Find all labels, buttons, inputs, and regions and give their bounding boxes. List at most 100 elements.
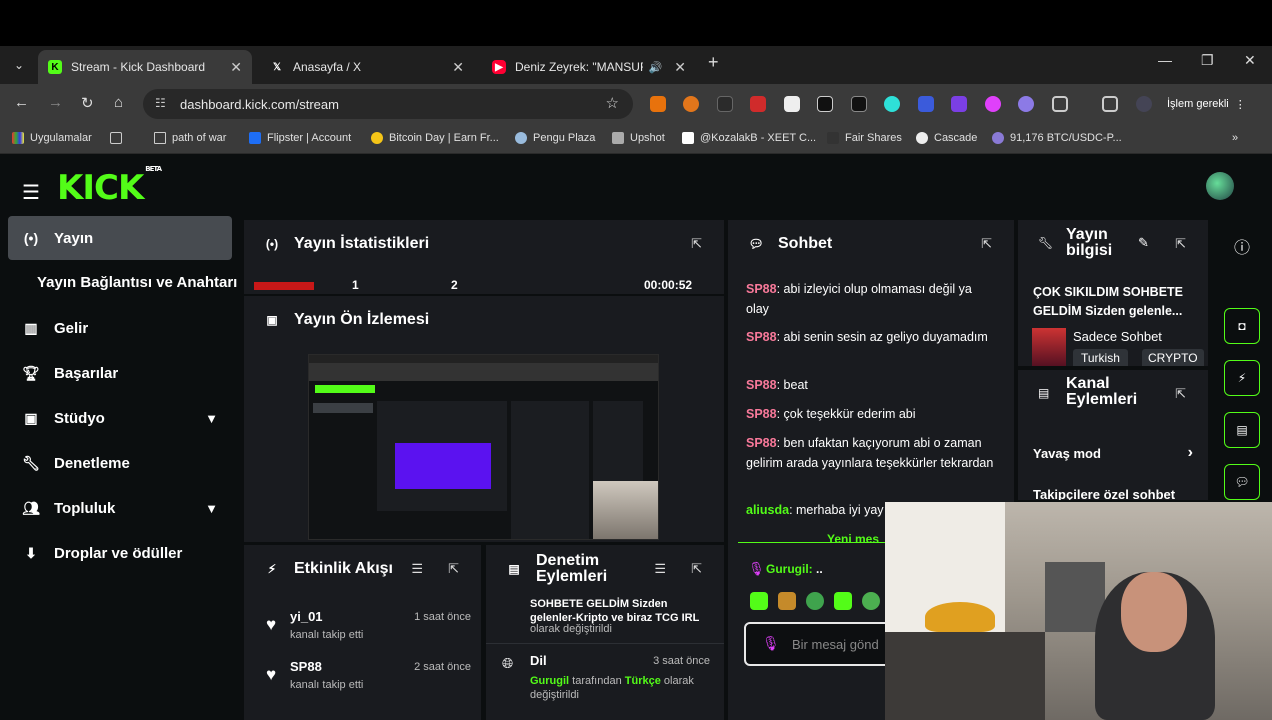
reload-icon[interactable]: ↻ <box>81 94 94 112</box>
rail-button-camera[interactable]: ◘ <box>1224 308 1260 344</box>
close-tab-icon[interactable]: ✕ <box>452 59 464 76</box>
bookmark-item[interactable]: Pengu Plaza <box>515 132 595 144</box>
bookmark-item[interactable]: Flipster | Account <box>249 132 351 144</box>
emote-icon[interactable] <box>806 592 824 610</box>
sidebar-item-droplar[interactable]: ⬇ Droplar ve ödüller <box>8 531 232 575</box>
popout-icon[interactable]: ⇱ <box>981 236 992 252</box>
update-button[interactable]: İşlem gerekli ⋮ <box>1167 93 1267 115</box>
restore-icon[interactable]: ❐ <box>1201 52 1214 69</box>
emote-icon[interactable] <box>862 592 880 610</box>
info-icon[interactable]: ⓘ <box>1234 234 1250 258</box>
sidebar-item-studyo[interactable]: ▣ Stüdyo ▼ <box>8 396 232 440</box>
minimize-icon[interactable]: — <box>1158 52 1172 68</box>
filter-icon[interactable]: ☰ <box>411 561 423 577</box>
action-slow-mode[interactable]: Yavaş mod › <box>1033 444 1193 461</box>
sidebar-item-stream-key[interactable]: Yayın Bağlantısı ve Anahtarı <box>37 274 237 291</box>
bookmark-item[interactable]: Fair Shares <box>827 132 902 144</box>
chat-username[interactable]: SP88 <box>746 330 777 344</box>
tab-youtube[interactable]: ▶ Deniz Zeyrek: "MANSUR YA 🔊 ✕ <box>482 50 696 84</box>
tab-x-home[interactable]: 𝕏 Anasayfa / X ✕ <box>260 50 474 84</box>
more-bookmarks-icon[interactable]: » <box>1232 132 1238 144</box>
sidebar-item-yayin[interactable]: (•) Yayın <box>8 216 232 260</box>
bookmark-item[interactable]: path of war <box>154 132 226 144</box>
extension-icon[interactable] <box>884 96 900 112</box>
extension-icon[interactable] <box>650 96 666 112</box>
popout-icon[interactable]: ⇱ <box>691 561 702 577</box>
extension-icon[interactable] <box>851 96 867 112</box>
bookmark-item[interactable]: 91,176 BTC/USDC-P... <box>992 132 1122 144</box>
bookmark-item[interactable]: Bitcoin Day | Earn Fr... <box>371 132 499 144</box>
extensions-puzzle-icon[interactable] <box>1052 96 1068 112</box>
chat-username[interactable]: SP88 <box>746 407 777 421</box>
sidebar-item-label: Yayın <box>54 229 94 247</box>
sidebar-item-basarilar[interactable]: 🏆︎ Başarılar <box>8 351 232 395</box>
popout-icon[interactable]: ⇱ <box>1175 236 1186 252</box>
bookmark-item[interactable] <box>110 132 128 144</box>
close-tab-icon[interactable]: ✕ <box>230 59 242 76</box>
tab-kick-dashboard[interactable]: K Stream - Kick Dashboard ✕ <box>38 50 252 84</box>
chat-username[interactable]: SP88 <box>746 282 777 296</box>
mod-item-title: Dil <box>530 653 547 668</box>
extension-icon[interactable] <box>1018 96 1034 112</box>
bookmark-item[interactable]: Upshot <box>612 132 665 144</box>
site-settings-icon[interactable]: ☷ <box>155 96 166 110</box>
bookmark-item[interactable]: @KozalakB - XEET C... <box>682 132 816 144</box>
mic-icon[interactable]: 🎙︎ <box>762 635 780 652</box>
tag-badge[interactable]: Turkish <box>1073 349 1128 366</box>
url-field[interactable]: ☷ dashboard.kick.com/stream ☆ <box>143 89 633 119</box>
forward-icon[interactable]: → <box>48 94 63 111</box>
extension-icon[interactable] <box>951 96 967 112</box>
category-name[interactable]: Sadece Sohbet <box>1073 329 1162 344</box>
user-avatar[interactable] <box>1206 172 1234 200</box>
rail-button-lightning[interactable]: ⚡︎ <box>1224 360 1260 396</box>
metamask-icon[interactable] <box>683 96 699 112</box>
edit-pencil-icon[interactable]: ✎ <box>1138 235 1149 251</box>
sidebar-item-topluluk[interactable]: 👥︎ Topluluk ▼ <box>8 486 232 530</box>
pinned-user[interactable]: Gurugil: <box>766 562 813 576</box>
activity-user[interactable]: SP88 <box>290 659 322 674</box>
sidebar-item-denetleme[interactable]: 🔧︎ Denetleme <box>8 441 232 485</box>
reading-list-icon[interactable] <box>1102 96 1118 112</box>
rail-button-notes[interactable]: ▤ <box>1224 412 1260 448</box>
back-icon[interactable]: ← <box>14 94 29 111</box>
chat-username[interactable]: SP88 <box>746 378 777 392</box>
popout-icon[interactable]: ⇱ <box>1175 386 1186 402</box>
emote-icon[interactable] <box>834 592 852 610</box>
mod-user[interactable]: Gurugil <box>530 675 569 687</box>
new-tab-button[interactable]: + <box>708 52 719 73</box>
stream-preview-video[interactable] <box>308 354 659 540</box>
bookmark-item[interactable]: Cascade <box>916 132 977 144</box>
kick-logo[interactable]: KICK BETA <box>57 165 162 208</box>
tag-badge[interactable]: CRYPTO <box>1142 349 1204 366</box>
emote-icon[interactable] <box>778 592 796 610</box>
menu-kebab-icon[interactable]: ⋮ <box>1235 98 1246 111</box>
new-messages-button[interactable]: Yeni mes <box>827 532 879 546</box>
speaker-icon[interactable]: 🔊 <box>649 61 663 74</box>
bookmark-item[interactable]: Uygulamalar <box>12 132 92 144</box>
rail-button-chat[interactable]: 💬︎ <box>1224 464 1260 500</box>
action-followers-only[interactable]: Takipçilere özel sohbet <box>1033 487 1193 500</box>
globe-icon: 🌐︎ <box>502 655 514 671</box>
popout-icon[interactable]: ⇱ <box>448 561 459 577</box>
close-tab-icon[interactable]: ✕ <box>674 59 686 76</box>
extension-icon[interactable] <box>750 96 766 112</box>
filter-icon[interactable]: ☰ <box>654 561 666 577</box>
activity-user[interactable]: yi_01 <box>290 609 323 624</box>
emote-icon[interactable] <box>750 592 768 610</box>
category-thumbnail[interactable] <box>1032 328 1066 366</box>
home-icon[interactable]: ⌂ <box>114 94 123 111</box>
sidebar-item-gelir[interactable]: ▥ Gelir <box>8 306 232 350</box>
popout-icon[interactable]: ⇱ <box>691 236 702 252</box>
extension-icon[interactable] <box>717 96 733 112</box>
profile-icon[interactable] <box>1136 96 1152 112</box>
tab-search-button[interactable]: ⌄ <box>6 52 32 78</box>
chat-username[interactable]: SP88 <box>746 436 777 450</box>
extension-icon[interactable] <box>918 96 934 112</box>
bookmark-star-icon[interactable]: ☆ <box>606 94 619 112</box>
extension-icon[interactable] <box>817 96 833 112</box>
chat-username[interactable]: aliusda <box>746 503 789 517</box>
close-window-icon[interactable]: ✕ <box>1244 52 1256 69</box>
extension-icon[interactable] <box>985 96 1001 112</box>
extension-icon[interactable] <box>784 96 800 112</box>
menu-hamburger-icon[interactable]: ☰ <box>22 180 40 205</box>
